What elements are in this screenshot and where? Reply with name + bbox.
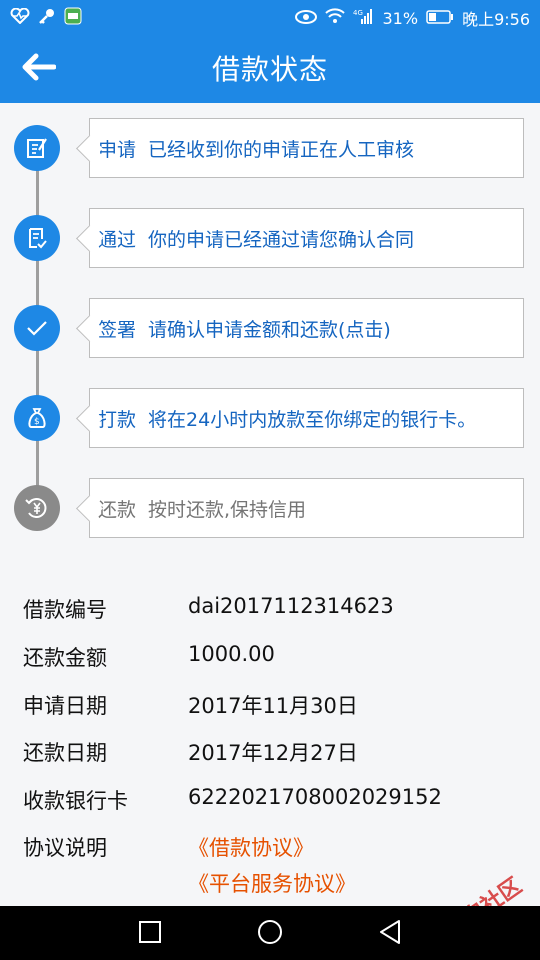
bank-card-label: 收款银行卡 <box>23 789 128 813</box>
step-apply-name: 申请 <box>98 138 137 161</box>
amount-label: 还款金额 <box>23 646 107 670</box>
step-sign-desc[interactable]: 请确认申请金额和还款(点击) <box>148 315 391 342</box>
home-button[interactable] <box>252 916 288 952</box>
app-notification-icon <box>64 7 82 29</box>
status-bar: 4G 31% 晚上9:56 <box>0 0 540 36</box>
step-repay-desc: 按时还款,保持信用 <box>148 498 307 521</box>
eye-icon <box>294 9 317 28</box>
detail-amount: 还款金额 1000.00 <box>0 642 540 682</box>
step-disburse: $ 打款 将在24小时内放款至你绑定的银行卡。 <box>0 388 540 448</box>
step-approve: 通过 你的申请已经通过请您确认合同 <box>0 208 540 268</box>
amount-value: 1000.00 <box>188 642 275 666</box>
health-icon <box>10 7 30 28</box>
recents-button[interactable] <box>132 916 168 952</box>
step-disburse-desc: 将在24小时内放款至你绑定的银行卡。 <box>148 408 477 431</box>
money-bag-icon: $ <box>14 395 60 441</box>
step-apply-bubble: 申请 已经收到你的申请正在人工审核 <box>89 118 524 178</box>
triangle-back-icon <box>378 919 402 949</box>
wifi-icon <box>324 8 345 28</box>
platform-service-agreement-link[interactable]: 《平台服务协议》 <box>188 868 356 898</box>
svg-text:$: $ <box>34 417 40 427</box>
circle-icon <box>257 919 283 949</box>
repay-date-value: 2017年12月27日 <box>188 741 358 765</box>
repay-date-label: 还款日期 <box>23 741 107 765</box>
bank-card-value: 6222021708002029152 <box>188 785 442 809</box>
step-approve-bubble: 通过 你的申请已经通过请您确认合同 <box>89 208 524 268</box>
step-sign-name: 签署 <box>98 318 137 341</box>
system-nav-bar <box>0 906 540 960</box>
edit-document-icon <box>14 125 60 171</box>
apply-date-value: 2017年11月30日 <box>188 694 358 718</box>
step-repay-bubble: 还款 按时还款,保持信用 <box>89 478 524 538</box>
step-disburse-bubble: 打款 将在24小时内放款至你绑定的银行卡。 <box>89 388 524 448</box>
step-approve-desc: 你的申请已经通过请您确认合同 <box>148 228 415 251</box>
agreement-label: 协议说明 <box>23 836 107 860</box>
contract-check-icon <box>14 215 60 261</box>
square-icon <box>138 920 162 948</box>
status-bar-left <box>10 7 82 29</box>
key-icon <box>38 7 56 29</box>
page-title: 借款状态 <box>211 53 328 86</box>
check-icon <box>14 305 60 351</box>
detail-repay-date: 还款日期 2017年12月27日 <box>0 737 540 777</box>
signal-icon: 4G <box>353 8 375 28</box>
step-approve-name: 通过 <box>98 228 137 251</box>
step-sign[interactable]: 签署 请确认申请金额和还款(点击) <box>0 298 540 358</box>
loan-status-timeline: 申请 已经收到你的申请正在人工审核 通过 你的申请已经通过请您确认合同 签署 请… <box>0 103 540 548</box>
step-sign-bubble[interactable]: 签署 请确认申请金额和还款(点击) <box>89 298 524 358</box>
yen-refresh-icon <box>14 485 60 531</box>
step-repay-name: 还款 <box>98 498 137 521</box>
battery-percent: 31% <box>382 8 419 28</box>
step-repay: 还款 按时还款,保持信用 <box>0 478 540 538</box>
status-bar-right: 4G 31% 晚上9:56 <box>294 6 530 30</box>
loan-no-label: 借款编号 <box>23 598 107 622</box>
network-type: 4G <box>353 9 363 17</box>
app-bar: 借款状态 <box>0 36 540 103</box>
detail-apply-date: 申请日期 2017年11月30日 <box>0 690 540 730</box>
loan-agreement-link[interactable]: 《借款协议》 <box>188 832 314 862</box>
loan-no-value: dai2017112314623 <box>188 594 394 618</box>
battery-icon <box>426 9 454 28</box>
back-nav-button[interactable] <box>372 916 408 952</box>
detail-loan-no: 借款编号 dai2017112314623 <box>0 594 540 634</box>
step-disburse-name: 打款 <box>98 408 137 431</box>
detail-bank-card: 收款银行卡 6222021708002029152 <box>0 785 540 825</box>
step-apply-desc: 已经收到你的申请正在人工审核 <box>148 138 415 161</box>
step-apply: 申请 已经收到你的申请正在人工审核 <box>0 118 540 178</box>
apply-date-label: 申请日期 <box>23 694 107 718</box>
clock: 晚上9:56 <box>462 10 530 29</box>
